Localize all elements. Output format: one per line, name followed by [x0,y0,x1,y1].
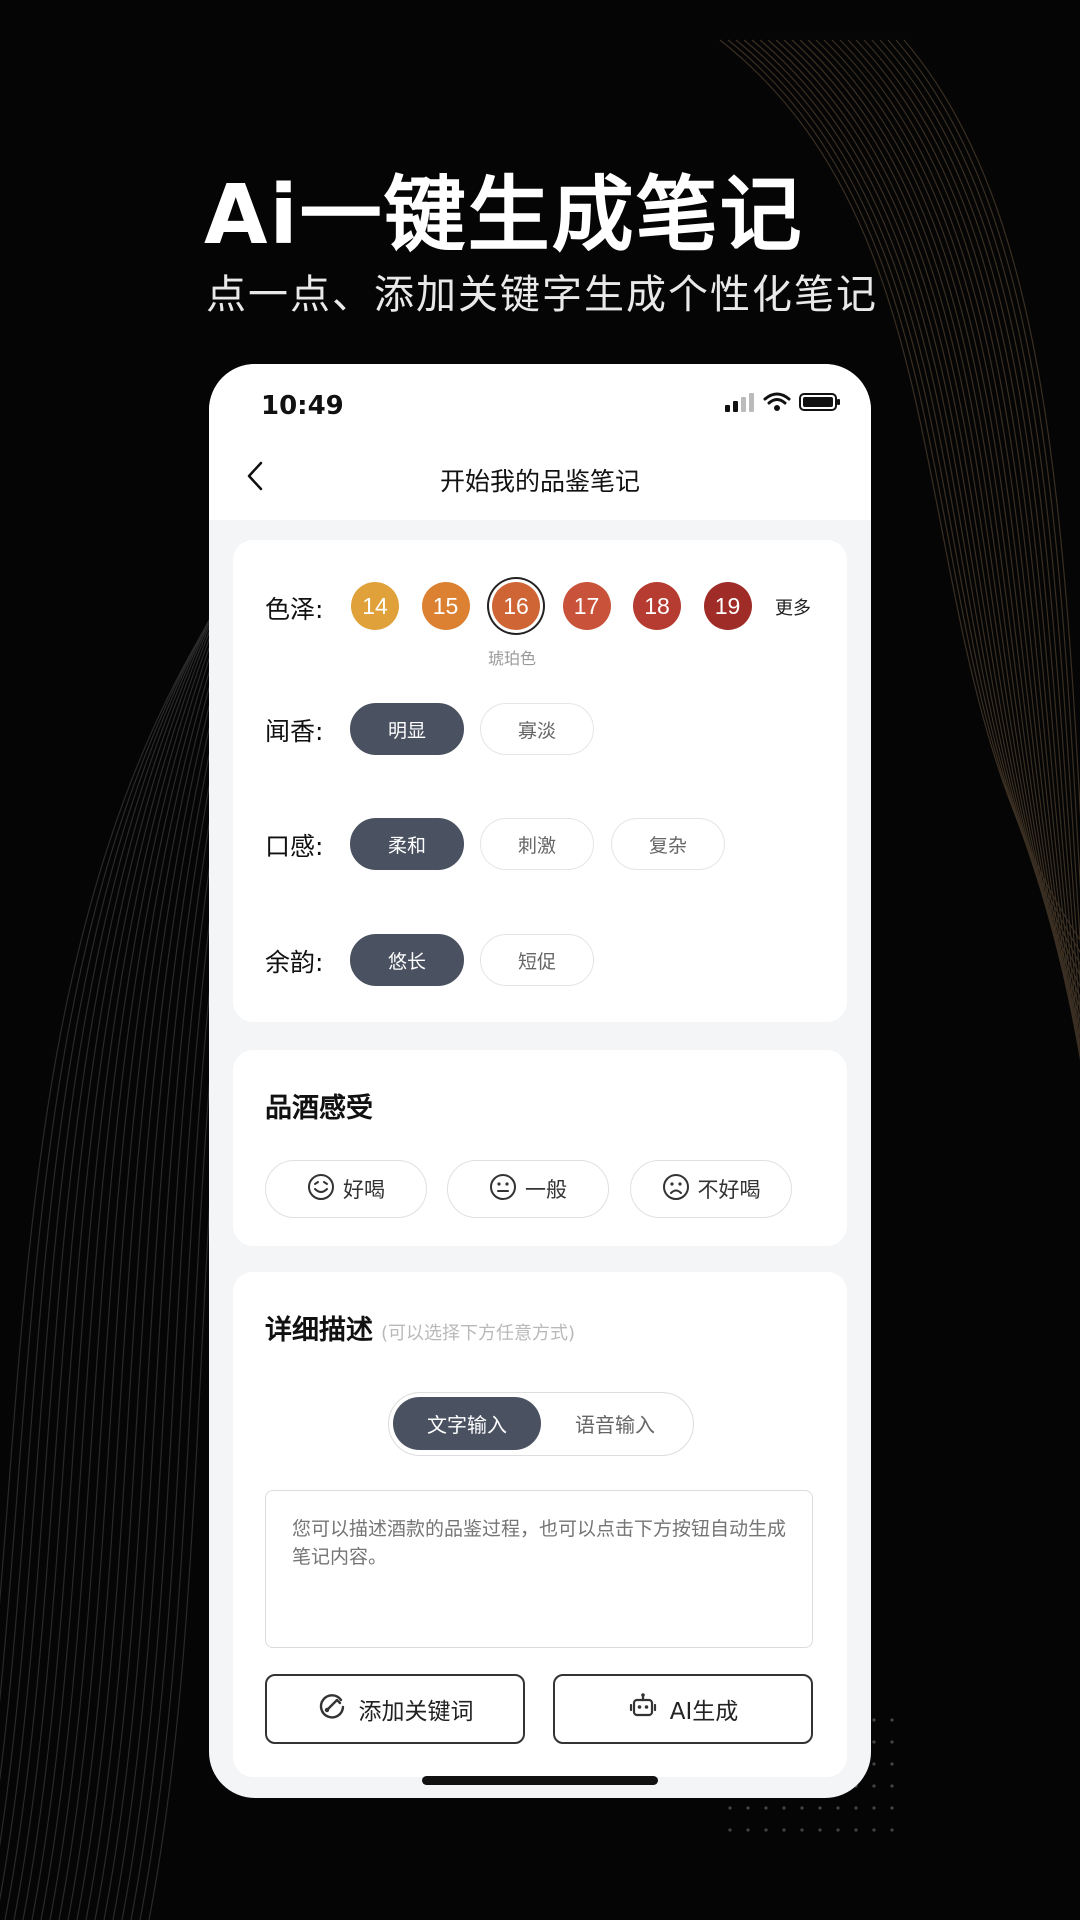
color-swatch-19[interactable]: 19 [703,582,752,630]
finish-chip-short[interactable]: 短促 [480,934,594,986]
more-colors-link[interactable]: 更多 [775,594,811,620]
feeling-bad-button[interactable]: 不好喝 [630,1160,792,1218]
feeling-good-label: 好喝 [343,1178,385,1202]
status-time: 10:49 [261,391,344,421]
color-swatch-18[interactable]: 18 [633,582,681,630]
input-mode-toggle: 文字输入 语音输入 [388,1392,694,1456]
signal-icon [725,392,755,416]
neutral-face-icon [489,1173,517,1206]
feeling-good-button[interactable]: 好喝 [265,1160,427,1218]
ai-generate-button[interactable]: AI生成 [553,1674,813,1744]
phone-frame: 10:49 开始我的品鉴笔记 色泽: 14 15 16 17 18 19 琥珀色… [209,364,871,1798]
color-label: 色泽: [265,595,324,624]
selected-color-caption: 琥珀色 [488,649,537,668]
add-keyword-button[interactable]: 添加关键词 [265,1674,525,1744]
voice-input-mode[interactable]: 语音输入 [541,1397,689,1450]
add-keyword-label: 添加关键词 [358,1699,474,1725]
finish-chip-long[interactable]: 悠长 [350,934,464,986]
attributes-card: 色泽: 14 15 16 17 18 19 琥珀色 更多 闻香: 明显 寡淡 口感: 柔和… [233,540,847,1022]
feeling-card: 品酒感受 好喝 一般 不好喝 [233,1050,847,1246]
sad-face-icon [662,1173,690,1206]
text-input-mode[interactable]: 文字输入 [393,1397,541,1450]
home-indicator [422,1776,658,1785]
wifi-icon [763,392,791,416]
color-swatch-16[interactable]: 16 [492,582,540,630]
description-hint: (可以选择下方任意方式) [381,1323,576,1344]
taste-label: 口感: [265,832,324,861]
description-title-text: 详细描述 [265,1315,373,1346]
taste-chip-pungent[interactable]: 刺激 [480,818,594,870]
color-swatch-15[interactable]: 15 [421,582,470,630]
feeling-title: 品酒感受 [265,1093,373,1124]
aroma-label: 闻香: [265,717,324,746]
description-card: 详细描述 (可以选择下方任意方式) 文字输入 语音输入 添加关键词 AI生成 [233,1272,847,1777]
finish-label: 余韵: [265,948,324,977]
hero-subtitle: 点一点、添加关键字生成个性化笔记 [206,272,878,318]
robot-icon [628,1691,658,1727]
feeling-bad-label: 不好喝 [697,1178,761,1202]
page-title: 开始我的品鉴笔记 [439,467,640,496]
status-icons [725,392,841,416]
aroma-chip-faint[interactable]: 寡淡 [480,703,594,755]
color-swatch-17[interactable]: 17 [562,582,611,630]
taste-chip-complex[interactable]: 复杂 [611,818,725,870]
feeling-ok-button[interactable]: 一般 [447,1160,609,1218]
add-keyword-icon [317,1691,347,1727]
taste-chip-soft[interactable]: 柔和 [350,818,464,870]
aroma-chip-obvious[interactable]: 明显 [350,703,464,755]
ai-generate-label: AI生成 [669,1699,739,1725]
hero-title: Ai一键生成笔记 [204,168,804,263]
description-textarea[interactable] [265,1490,813,1648]
smile-face-icon [307,1173,335,1206]
feeling-ok-label: 一般 [525,1178,567,1202]
battery-icon [799,392,841,416]
color-swatch-14[interactable]: 14 [351,582,399,630]
description-title: 详细描述 (可以选择下方任意方式) [265,1308,575,1347]
